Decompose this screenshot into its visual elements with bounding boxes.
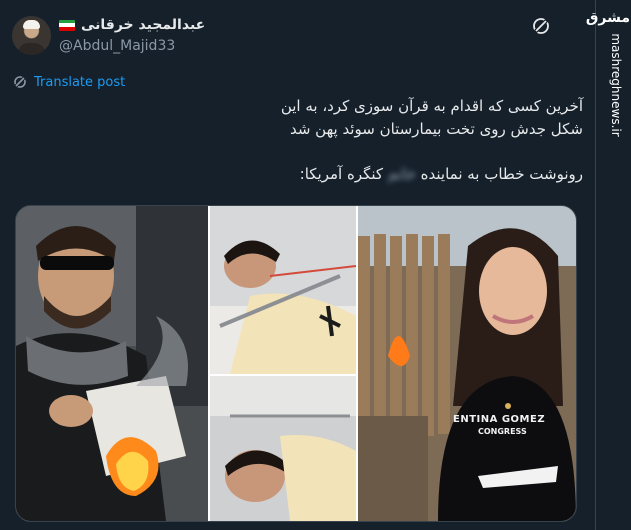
- man-in-hospital-bed-photo-2[interactable]: [210, 376, 356, 521]
- post-line-2: شکل جدش روی تخت بیمارستان سوئد پهن شد: [289, 120, 583, 138]
- avatar-turban: [23, 20, 40, 29]
- iran-flag-icon: [59, 19, 75, 31]
- post-text: آخرین کسی که اقدام به قرآن سوزی کرد، به …: [43, 95, 583, 186]
- post-media[interactable]: ENTINA GOMEZ CONGRESS: [15, 205, 577, 522]
- author-handle[interactable]: @Abdul_Majid33: [59, 38, 175, 54]
- translate-icon: [13, 75, 27, 89]
- man-burning-book-photo[interactable]: [16, 206, 208, 521]
- post-line-3: رونوشت خطاب به نماینده خانم کنگره آمریکا…: [43, 163, 583, 186]
- watermark-logo: مشرق: [585, 10, 630, 26]
- post-line-3-start: رونوشت خطاب به نماینده: [420, 165, 583, 183]
- author-avatar[interactable]: [12, 16, 51, 55]
- watermark-text: mashreghnews.ir: [609, 33, 623, 137]
- avatar-robe: [17, 43, 46, 55]
- post-line-1: آخرین کسی که اقدام به قرآن سوزی کرد، به …: [280, 97, 583, 115]
- blurred-text: خانم: [387, 165, 416, 183]
- shirt-text-2: CONGRESS: [478, 427, 527, 436]
- menu-icon[interactable]: [531, 16, 551, 36]
- shirt-text-1: ENTINA GOMEZ: [453, 414, 546, 425]
- sidebar-divider: [595, 0, 596, 530]
- translate-label[interactable]: Translate post: [34, 75, 125, 90]
- translate-post-link[interactable]: Translate post: [12, 74, 125, 90]
- author-name-row: عبدالمجید خرقانی: [59, 14, 205, 36]
- author-display-name[interactable]: عبدالمجید خرقانی: [81, 17, 205, 33]
- man-in-hospital-bed-photo[interactable]: [210, 206, 356, 374]
- post-line-3-end: کنگره آمریکا:: [299, 165, 384, 183]
- woman-in-front-of-fire-photo[interactable]: ENTINA GOMEZ CONGRESS: [358, 206, 576, 521]
- watermark-strip: مشرق mashreghnews.ir: [585, 0, 631, 530]
